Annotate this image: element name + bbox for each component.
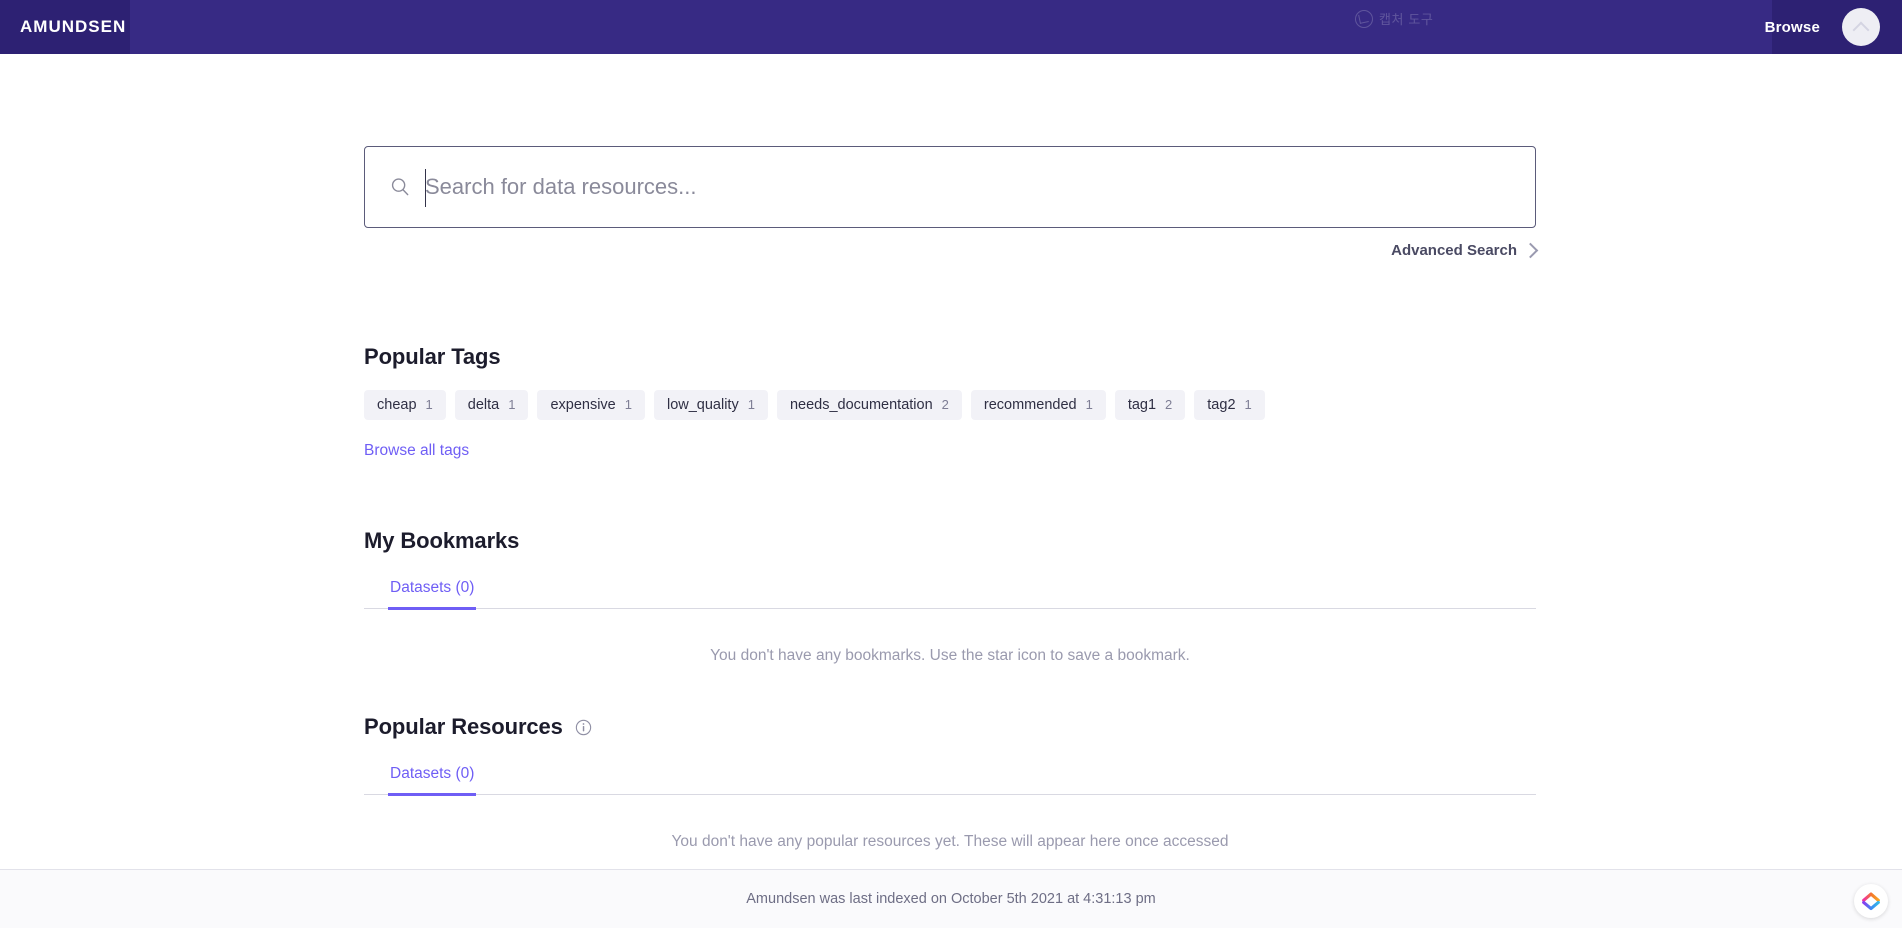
tag-name: tag2 <box>1207 397 1236 413</box>
tag-pill[interactable]: tag1 2 <box>1114 390 1186 420</box>
tag-pill[interactable]: delta 1 <box>454 390 529 420</box>
tag-pill[interactable]: low_quality 1 <box>653 390 768 420</box>
navbar-inner-panel <box>130 0 1772 54</box>
page-body: Advanced Search Popular Tags cheap 1 del… <box>0 54 1902 928</box>
tag-count: 1 <box>1085 397 1093 412</box>
tag-count: 2 <box>941 397 949 412</box>
search-input[interactable] <box>425 165 1511 209</box>
browse-all-tags-link[interactable]: Browse all tags <box>364 442 469 460</box>
capture-tool-label: 캡처 도구 <box>1379 12 1434 27</box>
tag-name: tag1 <box>1127 397 1157 413</box>
tag-name: recommended <box>983 397 1077 413</box>
tag-pill[interactable]: cheap 1 <box>364 390 446 420</box>
popular-resources-title-row: Popular Resources <box>364 714 1536 740</box>
tag-count: 1 <box>1244 397 1252 412</box>
last-indexed-text: Amundsen was last indexed on October 5th… <box>746 891 1156 907</box>
tag-count: 1 <box>508 397 516 412</box>
info-circle-icon[interactable] <box>575 719 592 736</box>
search-icon <box>391 178 409 196</box>
tag-name: low_quality <box>666 397 739 413</box>
nav-browse-link[interactable]: Browse <box>1765 19 1820 36</box>
popular-tags-title: Popular Tags <box>364 344 501 369</box>
tag-pill[interactable]: tag2 1 <box>1194 390 1265 420</box>
advanced-search-label: Advanced Search <box>1391 242 1517 259</box>
search-box[interactable] <box>364 146 1536 228</box>
advanced-search-row: Advanced Search <box>364 242 1539 259</box>
text-cursor <box>425 169 426 207</box>
my-bookmarks-title: My Bookmarks <box>364 528 520 553</box>
bookmarks-empty-message: You don't have any bookmarks. Use the st… <box>710 647 1190 664</box>
bookmarks-tab-bar: Datasets (0) <box>364 576 1536 610</box>
popular-resources-section: Popular Resources Datasets (0) You don't… <box>364 714 1536 851</box>
advanced-search-link[interactable]: Advanced Search <box>1391 242 1539 259</box>
capture-tool-overlay: 캡처 도구 <box>1355 9 1433 28</box>
page-footer: Amundsen was last indexed on October 5th… <box>0 869 1902 928</box>
top-navbar: AMUNDSEN 캡처 도구 Browse <box>0 0 1902 54</box>
tab-resources-datasets[interactable]: Datasets (0) <box>388 762 477 796</box>
popular-tags-section: Popular Tags cheap 1 delta 1 expensive 1… <box>364 344 1536 460</box>
tag-count: 1 <box>425 397 433 412</box>
search-section: Advanced Search <box>364 146 1539 259</box>
resources-empty-message: You don't have any popular resources yet… <box>671 833 1229 850</box>
tag-name: delta <box>467 397 500 413</box>
resources-tab-bar: Datasets (0) <box>364 762 1536 796</box>
tag-list: cheap 1 delta 1 expensive 1 low_quality … <box>364 390 1536 420</box>
tag-pill[interactable]: recommended 1 <box>970 390 1106 420</box>
brand-logo-link[interactable]: AMUNDSEN <box>20 0 126 54</box>
my-bookmarks-section: My Bookmarks Datasets (0) You don't have… <box>364 528 1536 665</box>
tag-count: 1 <box>747 397 755 412</box>
tag-count: 2 <box>1165 397 1173 412</box>
tag-pill[interactable]: expensive 1 <box>537 390 645 420</box>
tag-name: expensive <box>550 397 616 413</box>
navbar-right-group: Browse <box>1765 0 1902 54</box>
chevron-stack-icon <box>1862 892 1880 911</box>
chevron-right-icon <box>1522 242 1539 259</box>
tag-pill[interactable]: needs_documentation 2 <box>776 390 962 420</box>
popular-resources-title: Popular Resources <box>364 714 563 739</box>
tag-name: cheap <box>377 397 417 413</box>
capture-tool-icon <box>1355 9 1373 28</box>
user-avatar-button[interactable] <box>1842 8 1880 46</box>
tag-name: needs_documentation <box>789 397 933 413</box>
app-corner-badge-button[interactable] <box>1854 884 1888 918</box>
tab-bookmarks-datasets[interactable]: Datasets (0) <box>388 576 477 610</box>
tag-count: 1 <box>624 397 632 412</box>
